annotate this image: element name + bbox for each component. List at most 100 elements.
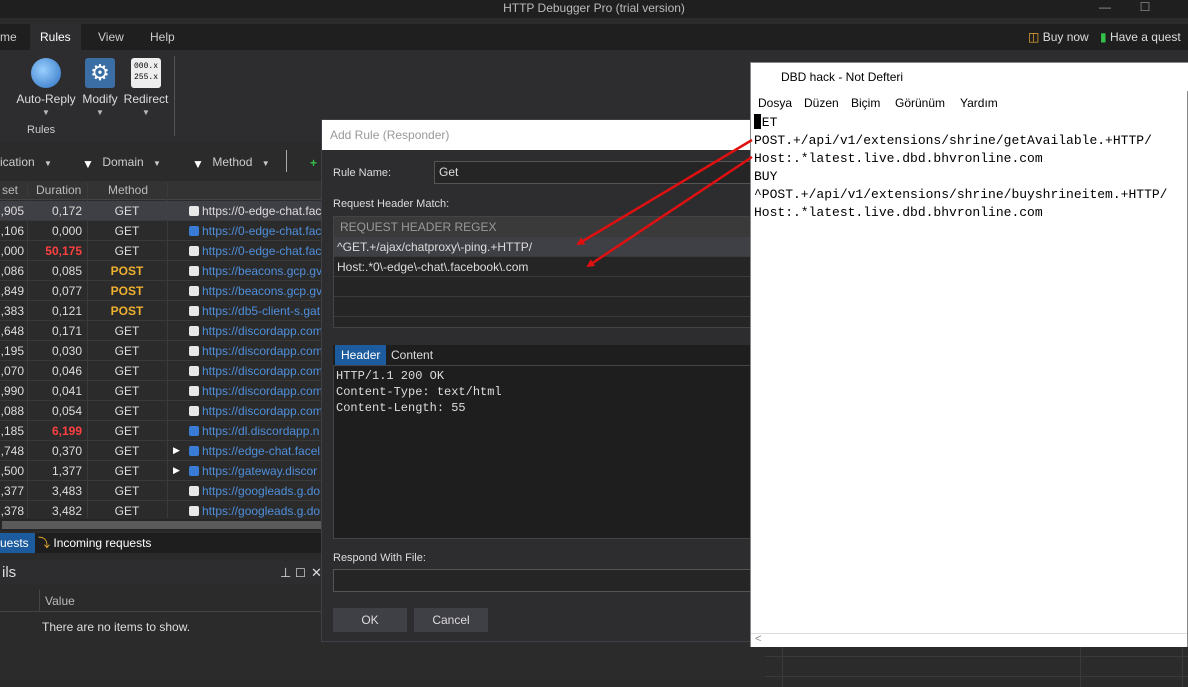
column-value[interactable]: Value <box>45 594 75 608</box>
notepad-menu-file[interactable]: Dosya <box>758 96 792 110</box>
cell-url[interactable]: https://db5-client-s.gat <box>202 304 330 318</box>
rule-name-input[interactable]: Get <box>434 161 754 184</box>
cell-url[interactable]: https://discordapp.com <box>202 384 330 398</box>
file-type-icon <box>189 346 199 356</box>
cell-offset: ,990 <box>0 384 24 398</box>
cell-url[interactable]: https://googleads.g.do <box>202 504 330 518</box>
filter-domain[interactable]: ▼ Domain ▼ <box>82 155 161 171</box>
add-filter-icon[interactable]: + <box>310 156 317 170</box>
table-row[interactable]: ,378 3,482 GET https://googleads.g.do <box>0 501 330 519</box>
cell-url[interactable]: https://googleads.g.do <box>202 484 330 498</box>
redirect-button[interactable]: 000.x 255.x Redirect ▼ <box>111 58 181 117</box>
tab-content[interactable]: Content <box>385 345 439 365</box>
cell-url[interactable]: https://beacons.gcp.gv <box>202 284 330 298</box>
minimize-button[interactable]: — <box>1090 0 1120 18</box>
filter-application[interactable]: ication ▼ <box>0 155 52 169</box>
expand-arrow-icon[interactable]: ▶ <box>173 445 180 456</box>
column-method[interactable]: Method <box>108 183 148 197</box>
file-type-icon <box>189 286 199 296</box>
cancel-button[interactable]: Cancel <box>414 608 488 632</box>
response-header-editor[interactable]: HTTP/1.1 200 OK Content-Type: text/html Co… <box>333 365 753 539</box>
respond-file-input[interactable] <box>333 569 753 592</box>
cell-url[interactable]: https://dl.discordapp.n <box>202 424 330 438</box>
regex-row[interactable]: Host:.*0\-edge\-chat\.facebook\.com <box>334 257 752 277</box>
cell-url[interactable]: https://discordapp.com <box>202 404 330 418</box>
buy-now-label: Buy now <box>1042 30 1089 44</box>
chevron-down-icon: ▼ <box>153 159 161 168</box>
menu-view[interactable]: View <box>88 24 134 50</box>
response-line: HTTP/1.1 200 OK <box>336 369 445 383</box>
cell-duration: 50,175 <box>45 244 82 258</box>
notepad-menu-view[interactable]: Görünüm <box>895 96 945 110</box>
table-row[interactable]: ,185 6,199 GET https://dl.discordapp.n <box>0 421 330 441</box>
tab-incoming-requests[interactable]: ⤵ Incoming requests <box>32 533 157 553</box>
notepad-menu-help[interactable]: Yardım <box>960 96 998 110</box>
cell-url[interactable]: https://0-edge-chat.fac <box>202 204 330 218</box>
cell-url[interactable]: https://0-edge-chat.fac <box>202 244 330 258</box>
table-row[interactable]: ,648 0,171 GET https://discordapp.com <box>0 321 330 341</box>
ok-button[interactable]: OK <box>333 608 407 632</box>
filter-method[interactable]: ▼ Method ▼ <box>192 155 270 171</box>
notepad-menu-edit[interactable]: Düzen <box>804 96 839 110</box>
cell-duration: 3,482 <box>51 504 82 518</box>
regex-row[interactable] <box>334 297 752 317</box>
tab-header[interactable]: Header <box>335 345 387 365</box>
dialog-title: Add Rule (Responder) <box>322 120 752 150</box>
float-icon[interactable]: ☐ <box>295 561 306 585</box>
table-row[interactable]: ,070 0,046 GET https://discordapp.com <box>0 361 330 381</box>
cell-method: GET <box>114 424 140 438</box>
cell-method: GET <box>114 504 140 518</box>
ribbon-group-label: Rules <box>27 124 56 136</box>
notepad-menu-format[interactable]: Biçim <box>851 96 880 110</box>
regex-row[interactable]: ^GET.+/ajax/chatproxy\-ping.+HTTP/ <box>334 237 752 257</box>
menu-rules[interactable]: Rules <box>30 24 81 50</box>
cell-url[interactable]: https://edge-chat.facel <box>202 444 330 458</box>
notepad-horizontal-scrollbar[interactable]: < <box>751 633 1187 647</box>
cell-url[interactable]: https://discordapp.com <box>202 324 330 338</box>
scroll-left-icon[interactable]: < <box>755 633 761 645</box>
redirect-icon: 000.x 255.x <box>131 58 161 88</box>
ribbon-button-partial[interactable]: t <box>0 94 10 108</box>
table-row[interactable]: ,990 0,041 GET https://discordapp.com <box>0 381 330 401</box>
column-duration[interactable]: Duration <box>36 183 81 197</box>
notepad-line: GET <box>754 114 778 130</box>
table-row[interactable]: ,383 0,121 POST https://db5-client-s.gat <box>0 301 330 321</box>
cell-method: GET <box>114 464 140 478</box>
table-row[interactable]: ,748 0,370 GET ▶ https://edge-chat.facel <box>0 441 330 461</box>
cell-url[interactable]: https://gateway.discor <box>202 464 330 478</box>
menu-help[interactable]: Help <box>140 24 185 50</box>
table-row[interactable]: ,905 0,172 GET https://0-edge-chat.fac <box>0 201 330 221</box>
question-label: Have a quest <box>1109 30 1181 44</box>
table-row[interactable]: ,500 1,377 GET ▶ https://gateway.discor <box>0 461 330 481</box>
file-type-icon <box>189 246 199 256</box>
grid-horizontal-scrollbar[interactable] <box>0 519 330 531</box>
menu-home[interactable]: me <box>0 24 27 50</box>
table-row[interactable]: ,106 0,000 GET https://0-edge-chat.facel <box>0 221 330 241</box>
table-row[interactable]: ,086 0,085 POST https://beacons.gcp.gv <box>0 261 330 281</box>
buy-now-link[interactable]: ◫ Buy now <box>1028 24 1089 50</box>
regex-row[interactable] <box>334 277 752 297</box>
file-type-icon <box>189 366 199 376</box>
maximize-button[interactable]: ☐ <box>1130 0 1160 18</box>
question-link[interactable]: ▮ Have a quest <box>1100 24 1181 50</box>
cell-duration: 3,483 <box>51 484 82 498</box>
expand-arrow-icon[interactable]: ▶ <box>173 465 180 476</box>
filter-domain-label: Domain <box>102 155 144 169</box>
table-row[interactable]: ,088 0,054 GET https://discordapp.com <box>0 401 330 421</box>
cell-url[interactable]: https://0-edge-chat.facel <box>202 224 330 238</box>
grid-line <box>1182 647 1183 687</box>
table-row[interactable]: ,849 0,077 POST https://beacons.gcp.gv <box>0 281 330 301</box>
table-row[interactable]: ,000 50,175 GET https://0-edge-chat.fac <box>0 241 330 261</box>
column-offset[interactable]: set <box>2 183 18 197</box>
cell-url[interactable]: https://beacons.gcp.gv <box>202 264 330 278</box>
scrollbar-thumb[interactable] <box>2 521 322 529</box>
pin-icon[interactable]: ⊥ <box>280 561 291 585</box>
cell-url[interactable]: https://discordapp.com <box>202 344 330 358</box>
table-row[interactable]: ,195 0,030 GET https://discordapp.com <box>0 341 330 361</box>
cell-offset: ,377 <box>0 484 24 498</box>
grid-line <box>1080 647 1081 687</box>
cell-url[interactable]: https://discordapp.com <box>202 364 330 378</box>
tab-requests[interactable]: uests <box>0 533 35 553</box>
notepad-text-area[interactable]: GET POST.+/api/v1/extensions/shrine/getAv… <box>754 114 1167 222</box>
table-row[interactable]: ,377 3,483 GET https://googleads.g.do <box>0 481 330 501</box>
